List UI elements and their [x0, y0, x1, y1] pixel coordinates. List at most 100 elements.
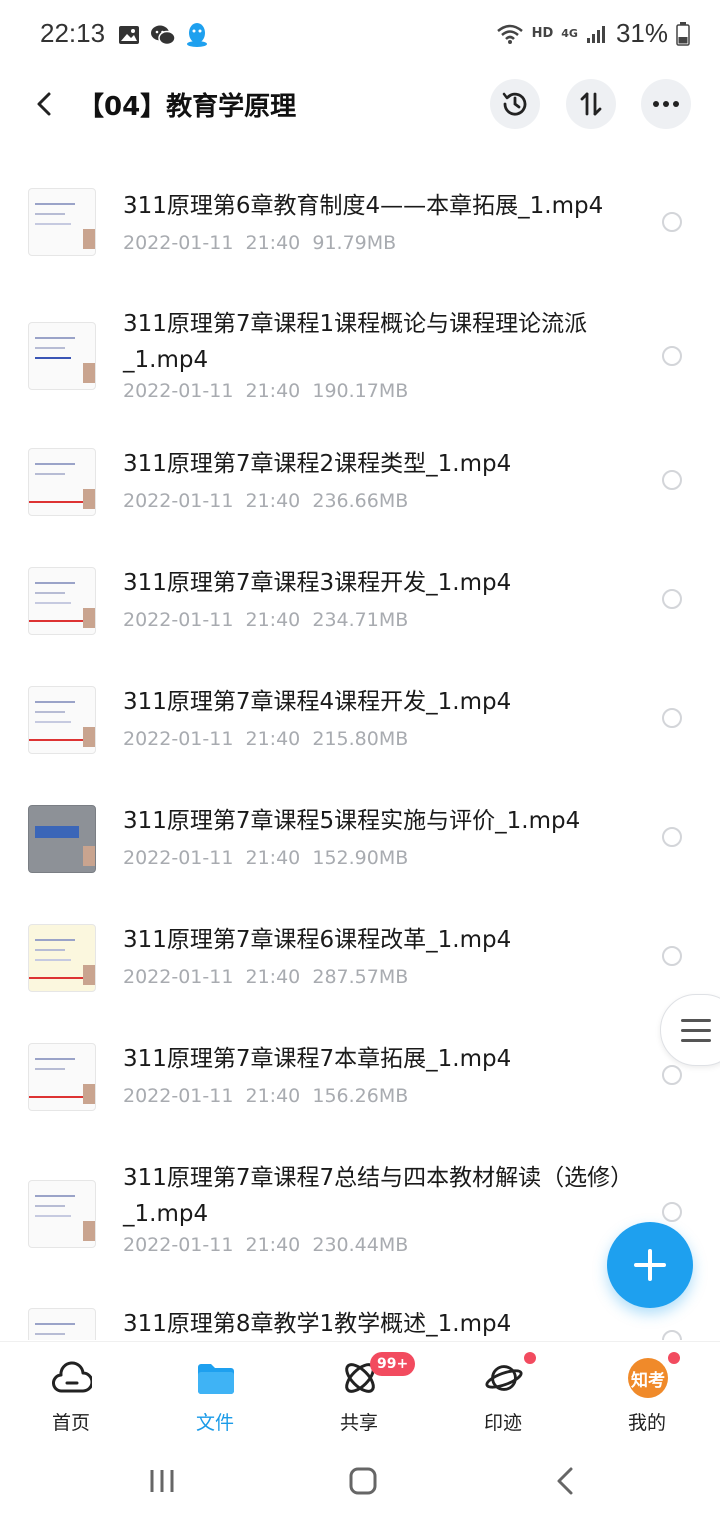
back-button[interactable] [26, 86, 62, 122]
mine-dot [668, 1352, 680, 1364]
nav-trace-label: 印迹 [483, 1412, 522, 1434]
back-arrow-icon [37, 92, 51, 116]
menu-icon [681, 1019, 711, 1049]
header: 【04】教育学原理 [0, 70, 720, 140]
file-date: 2022-01-11 21:40 [123, 1085, 301, 1107]
trace-dot [524, 1352, 536, 1364]
video-thumbnail [28, 1180, 96, 1248]
file-meta: 2022-01-11 21:40 230.44MB [123, 1234, 408, 1256]
nav-home-label: 首页 [51, 1412, 90, 1434]
page-title: 【04】教育学原理 [78, 92, 297, 122]
file-meta: 2022-01-11 21:40 236.66MB [123, 490, 408, 512]
file-date: 2022-01-11 21:40 [123, 380, 301, 402]
more-icon [653, 101, 679, 107]
hd-indicator: HD [531, 26, 554, 41]
system-back-button[interactable] [545, 1461, 585, 1501]
nav-trace[interactable]: 印迹 [448, 1342, 558, 1442]
file-meta: 2022-01-11 21:40 156.26MB [123, 1085, 408, 1107]
file-name: 311原理第7章课程1课程概论与课程理论流派_1.mp4 [123, 311, 588, 373]
file-meta: 2022-01-11 21:40 152.90MB [123, 847, 408, 869]
cloud-icon [52, 1358, 92, 1398]
select-radio[interactable] [662, 1330, 682, 1340]
nav-files[interactable]: 文件 [160, 1342, 270, 1442]
select-radio[interactable] [662, 1065, 682, 1085]
gallery-icon [119, 26, 139, 44]
video-thumbnail [28, 188, 96, 256]
home-button[interactable] [343, 1461, 383, 1501]
file-name: 311原理第7章课程6课程改革_1.mp4 [123, 927, 512, 953]
history-button[interactable] [490, 79, 540, 129]
nav-files-label: 文件 [195, 1412, 234, 1434]
nav-share-label: 共享 [339, 1412, 378, 1434]
chevron-left-icon [557, 1467, 573, 1495]
select-radio[interactable] [662, 346, 682, 366]
file-date: 2022-01-11 21:40 [123, 232, 301, 254]
select-radio[interactable] [662, 589, 682, 609]
file-list: 311原理第6章教育制度4——本章拓展_1.mp4 2022-01-11 21:… [0, 140, 720, 1340]
file-size: 230.44MB [312, 1234, 409, 1256]
add-button[interactable] [607, 1222, 693, 1308]
share-badge: 99+ [370, 1352, 416, 1376]
plus-icon [634, 1249, 666, 1281]
video-thumbnail [28, 1308, 96, 1340]
nav-mine[interactable]: 知考 我的 [592, 1342, 702, 1442]
file-date: 2022-01-11 21:40 [123, 728, 301, 750]
file-name: 311原理第7章课程5课程实施与评价_1.mp4 [123, 808, 581, 834]
file-size: 190.17MB [312, 380, 409, 402]
system-status: HD 4G 31% [496, 18, 690, 49]
file-date: 2022-01-11 21:40 [123, 1234, 301, 1256]
battery-percent: 31% [615, 18, 668, 48]
folder-icon [196, 1358, 236, 1398]
battery-icon [676, 21, 690, 46]
file-meta: 2022-01-11 21:40 215.80MB [123, 728, 408, 750]
file-name: 311原理第7章课程7本章拓展_1.mp4 [123, 1046, 512, 1072]
recents-button[interactable] [142, 1461, 182, 1501]
qq-icon [187, 23, 207, 47]
network-type: 4G [561, 27, 578, 40]
select-radio[interactable] [662, 470, 682, 490]
nav-share[interactable]: 99+ 共享 [304, 1342, 416, 1442]
select-radio[interactable] [662, 946, 682, 966]
avatar: 知考 [628, 1358, 668, 1398]
file-meta: 2022-01-11 21:40 234.71MB [123, 609, 408, 631]
file-date: 2022-01-11 21:40 [123, 966, 301, 988]
file-size: 152.90MB [312, 847, 409, 869]
file-name: 311原理第6章教育制度4——本章拓展_1.mp4 [123, 193, 604, 219]
status-time: 22:13 [40, 18, 106, 48]
system-nav-bar [0, 1441, 720, 1520]
more-button[interactable] [641, 79, 691, 129]
file-date: 2022-01-11 21:40 [123, 847, 301, 869]
file-size: 236.66MB [312, 490, 409, 512]
file-name: 311原理第7章课程4课程开发_1.mp4 [123, 689, 512, 715]
video-thumbnail [28, 924, 96, 992]
select-radio[interactable] [662, 708, 682, 728]
file-size: 156.26MB [312, 1085, 409, 1107]
video-thumbnail [28, 448, 96, 516]
file-date: 2022-01-11 21:40 [123, 609, 301, 631]
select-radio[interactable] [662, 1202, 682, 1222]
file-size: 287.57MB [312, 966, 409, 988]
wechat-icon [151, 25, 176, 46]
video-thumbnail [28, 805, 96, 873]
file-size: 91.79MB [312, 232, 397, 254]
recents-icon [150, 1470, 174, 1492]
history-icon [502, 92, 527, 116]
signal-icon [586, 25, 605, 43]
file-name: 311原理第7章课程2课程类型_1.mp4 [123, 451, 512, 477]
file-meta: 2022-01-11 21:40 190.17MB [123, 380, 408, 402]
nav-home[interactable]: 首页 [16, 1342, 126, 1442]
video-thumbnail [28, 686, 96, 754]
video-thumbnail [28, 322, 96, 390]
avatar-text: 知考 [631, 1370, 665, 1391]
file-date: 2022-01-11 21:40 [123, 490, 301, 512]
wifi-icon [496, 24, 523, 44]
select-radio[interactable] [662, 212, 682, 232]
sort-button[interactable] [566, 79, 616, 129]
file-name: 311原理第7章课程3课程开发_1.mp4 [123, 570, 512, 596]
video-thumbnail [28, 1043, 96, 1111]
notification-icons [118, 22, 208, 48]
sort-icon [580, 92, 602, 116]
file-size: 215.80MB [312, 728, 409, 750]
select-radio[interactable] [662, 827, 682, 847]
file-meta: 2022-01-11 21:40 287.57MB [123, 966, 408, 988]
